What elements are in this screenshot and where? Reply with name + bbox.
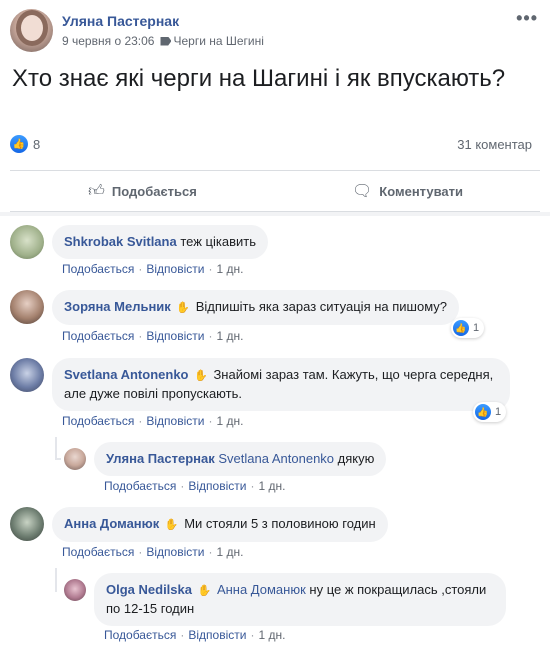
like-reaction-icon: 👍 [10,135,28,153]
comment-text: Ми стояли 5 з половиною годин [184,516,376,531]
reply-thread-line [55,568,57,592]
comment-time[interactable]: 1 дн. [216,329,243,343]
comment: Анна Доманюк ✋ Ми стояли 5 з половиною г… [10,507,388,542]
comment-time[interactable]: 1 дн. [258,479,285,493]
commenter-name[interactable]: Уляна Пастернак [106,451,215,466]
mention-link[interactable]: Svetlana Antonenko [218,451,334,466]
more-options-icon[interactable]: ••• [516,8,538,29]
comment-text: теж цікавить [180,234,256,249]
comment: Зоряна Мельник ✋ Відпишіть яка зараз сит… [10,290,460,325]
comment-bubble: Зоряна Мельник ✋ Відпишіть яка зараз сит… [52,290,460,325]
likes-count[interactable]: 8 [33,137,40,152]
comment-time[interactable]: 1 дн. [216,262,243,276]
post-meta: 9 червня о 23:06 Черги на Шегині [62,34,264,48]
post-stats: 👍 8 31 коментар [10,135,532,153]
comment-time[interactable]: 1 дн. [258,628,285,642]
comment-bubble: Svetlana Antonenko ✋ Знайомі зараз там. … [52,358,510,411]
comment-button[interactable]: 🗨 Коментувати [275,171,540,211]
reaction-badge[interactable]: 👍 1 [451,318,485,338]
reply-thread-line [55,458,61,460]
mention-link[interactable]: Анна Доманюк [217,582,306,597]
comment-reply-link[interactable]: Відповісти [146,262,204,276]
comment-like-link[interactable]: Подобається [62,545,134,559]
reaction-badge[interactable]: 👍 1 [473,402,507,422]
comment-actions: Подобається · Відповісти · 1 дн. [104,479,286,493]
hand-wave-icon: ✋ [164,519,179,531]
reply-thread-line [55,437,57,460]
hand-wave-icon: ✋ [194,370,208,382]
author-avatar[interactable] [10,9,53,52]
comment-text: Відпишіть яка зараз ситуація на пишому? [195,299,448,314]
speech-bubble-icon: 🗨 [351,183,373,200]
comment-like-link[interactable]: Подобається [104,479,176,493]
commenter-avatar[interactable] [10,225,44,259]
tag-icon [160,36,172,46]
comment-bubble: Olga Nedilska ✋ Анна Доманюк ну це ж пок… [94,573,506,626]
comment: Shkrobak Svitlana теж цікавить [10,225,268,259]
comment-reply-link[interactable]: Відповісти [188,479,246,493]
commenter-name[interactable]: Зоряна Мельник [64,299,171,314]
like-reaction-icon: 👍 [475,404,491,420]
group-link[interactable]: Черги на Шегині [173,34,263,48]
comment-reply-link[interactable]: Відповісти [188,628,246,642]
comments-count[interactable]: 31 коментар [457,137,532,152]
post-header: Уляна Пастернак 9 червня о 23:06 Черги н… [10,9,264,52]
commenter-name[interactable]: Shkrobak Svitlana [64,234,177,249]
commenter-name[interactable]: Olga Nedilska [106,582,192,597]
comment-like-link[interactable]: Подобається [62,262,134,276]
comment-reply-link[interactable]: Відповісти [146,329,204,343]
post-actions: 👍︎ Подобається 🗨 Коментувати [10,171,540,211]
post-text: Хто знає які черги на Шагині і як впуска… [12,65,506,92]
comment-time[interactable]: 1 дн. [216,545,243,559]
comment-actions: Подобається · Відповісти · 1 дн. [62,545,244,559]
comment-like-link[interactable]: Подобається [62,329,134,343]
reply-comment: Уляна Пастернак Svetlana Antonenko дякую [64,442,387,476]
commenter-avatar[interactable] [10,507,44,541]
comment: Svetlana Antonenko ✋ Знайомі зараз там. … [10,358,510,411]
comment-text: дякую [337,451,375,466]
hand-wave-icon: ✋ [197,585,212,597]
comment-time[interactable]: 1 дн. [216,414,243,428]
comment-bubble: Уляна Пастернак Svetlana Antonenko дякую [94,442,387,476]
comment-actions: Подобається · Відповісти · 1 дн. [62,262,244,276]
comment-like-link[interactable]: Подобається [62,414,134,428]
comment-actions: Подобається · Відповісти · 1 дн. [62,414,244,428]
reply-comment: Olga Nedilska ✋ Анна Доманюк ну це ж пок… [64,573,506,626]
comment-actions: Подобається · Відповісти · 1 дн. [104,628,286,642]
commenter-avatar[interactable] [64,448,86,470]
comment-reply-link[interactable]: Відповісти [146,414,204,428]
hand-wave-icon: ✋ [176,302,191,314]
thumbs-up-icon: 👍︎ [88,182,105,200]
commenter-avatar[interactable] [10,290,44,324]
like-button[interactable]: 👍︎ Подобається [10,171,275,211]
comment-bubble: Shkrobak Svitlana теж цікавить [52,225,268,259]
commenter-avatar[interactable] [10,358,44,392]
author-name[interactable]: Уляна Пастернак [62,13,264,29]
commenter-name[interactable]: Анна Доманюк [64,516,159,531]
commenter-name[interactable]: Svetlana Antonenko [64,367,188,382]
comment-like-link[interactable]: Подобається [104,628,176,642]
comment-bubble: Анна Доманюк ✋ Ми стояли 5 з половиною г… [52,507,388,542]
comment-actions: Подобається · Відповісти · 1 дн. [62,329,244,343]
post-date[interactable]: 9 червня о 23:06 [62,34,154,48]
commenter-avatar[interactable] [64,579,86,601]
like-reaction-icon: 👍 [453,320,469,336]
comment-reply-link[interactable]: Відповісти [146,545,204,559]
